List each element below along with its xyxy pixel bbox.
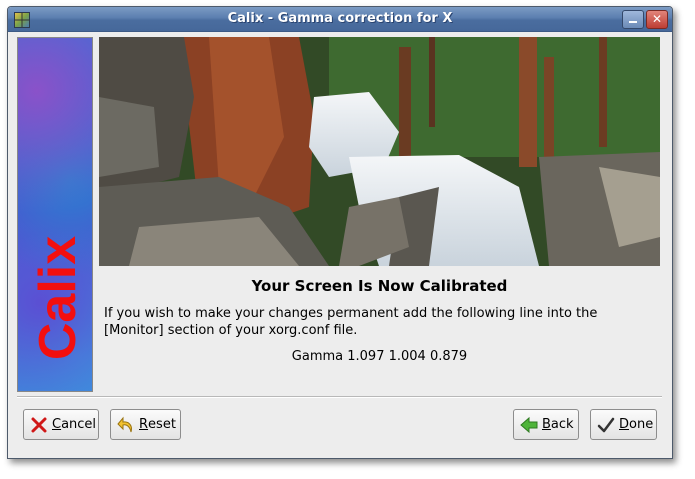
minimize-button[interactable] [622, 10, 644, 29]
reset-label: eset [148, 417, 176, 432]
back-arrow-icon [520, 416, 538, 434]
reset-button[interactable]: Reset [110, 409, 181, 440]
done-mnemonic: D [619, 417, 630, 432]
title-bar[interactable]: Calix - Gamma correction for X ✕ [8, 7, 672, 32]
calibrated-heading: Your Screen Is Now Calibrated [251, 277, 508, 295]
window-title: Calix - Gamma correction for X [227, 11, 453, 26]
calix-window: Calix - Gamma correction for X ✕ Calix Y… [7, 6, 673, 459]
separator [17, 396, 662, 398]
back-mnemonic: B [542, 417, 551, 432]
checkmark-icon [597, 416, 615, 434]
back-button[interactable]: Back [513, 409, 579, 440]
done-label: one [629, 417, 654, 432]
instructions-text: If you wish to make your changes permane… [104, 306, 598, 338]
cancel-button[interactable]: Cancel [23, 409, 99, 440]
close-button[interactable]: ✕ [646, 10, 668, 29]
done-button[interactable]: Done [590, 409, 657, 440]
waterfall-image [99, 37, 660, 266]
minimize-icon [629, 21, 637, 23]
reset-mnemonic: R [139, 417, 149, 432]
calix-logo: Calix [29, 235, 87, 361]
cancel-x-icon [30, 416, 48, 434]
undo-arrow-icon [117, 416, 135, 434]
close-icon: ✕ [651, 12, 663, 26]
waterfall-photo [99, 37, 660, 266]
cancel-mnemonic: C [52, 417, 62, 432]
back-label: ack [550, 417, 574, 432]
cancel-label: ancel [61, 417, 97, 432]
gamma-values: Gamma 1.097 1.004 0.879 [291, 349, 468, 364]
sidebar-banner: Calix [17, 37, 93, 392]
